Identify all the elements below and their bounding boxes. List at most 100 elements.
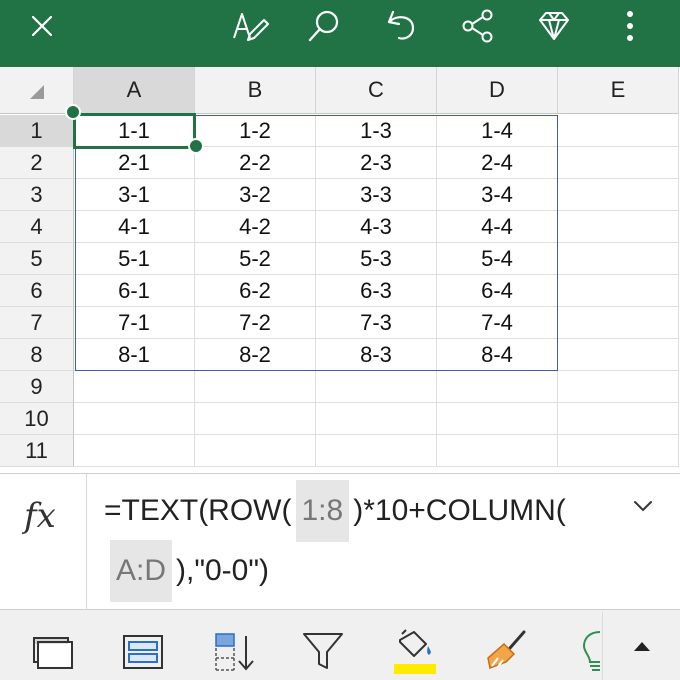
cell-b10[interactable] xyxy=(195,403,316,435)
more-vertical-icon[interactable] xyxy=(612,0,648,52)
selection-handle-bottom-right[interactable] xyxy=(188,138,204,154)
cell-a2[interactable]: 2-1 xyxy=(74,147,195,179)
formula-line-1[interactable]: =TEXT(ROW( 1:8 )*10+COLUMN( xyxy=(104,480,566,542)
share-icon[interactable] xyxy=(456,0,500,52)
cell-e3[interactable] xyxy=(558,179,679,211)
formula-bar: fx =TEXT(ROW( 1:8 )*10+COLUMN( A:D ),"0-… xyxy=(0,473,680,611)
clear-format-icon[interactable] xyxy=(484,628,530,679)
row-header-1[interactable]: 1 xyxy=(0,115,74,147)
cell-e11[interactable] xyxy=(558,435,679,467)
cell-a3[interactable]: 3-1 xyxy=(74,179,195,211)
cell-c5[interactable]: 5-3 xyxy=(316,243,437,275)
expand-up-icon[interactable] xyxy=(630,638,654,659)
cell-d3[interactable]: 3-4 xyxy=(437,179,558,211)
ideas-lightbulb-icon[interactable] xyxy=(578,628,602,679)
cell-d5[interactable]: 5-4 xyxy=(437,243,558,275)
cell-b9[interactable] xyxy=(195,371,316,403)
cell-e8[interactable] xyxy=(558,339,679,371)
cell-a9[interactable] xyxy=(74,371,195,403)
row-header-11[interactable]: 11 xyxy=(0,435,74,467)
expand-formula-chevron-down-icon[interactable] xyxy=(630,496,656,521)
fill-color-icon[interactable] xyxy=(392,626,438,680)
row-header-2[interactable]: 2 xyxy=(0,147,74,179)
row-header-6[interactable]: 6 xyxy=(0,275,74,307)
formula-text: )*10+COLUMN( xyxy=(353,494,566,527)
cell-d1[interactable]: 1-4 xyxy=(437,115,558,147)
cell-d4[interactable]: 4-4 xyxy=(437,211,558,243)
fx-label[interactable]: fx xyxy=(24,496,56,536)
cell-c1[interactable]: 1-3 xyxy=(316,115,437,147)
cell-d9[interactable] xyxy=(437,371,558,403)
cell-c10[interactable] xyxy=(316,403,437,435)
column-header-b[interactable]: B xyxy=(195,67,316,114)
cell-a1[interactable]: 1-1 xyxy=(74,115,195,147)
column-header-d[interactable]: D xyxy=(437,67,558,114)
cell-e1[interactable] xyxy=(558,115,679,147)
cell-c3[interactable]: 3-3 xyxy=(316,179,437,211)
cell-c6[interactable]: 6-3 xyxy=(316,275,437,307)
spreadsheet-grid[interactable]: ABCDE 1 2 3 4 5 6 7 8 9 10 11 1-1 1-2 1-3 1-4 2-1 2-2 2-… xyxy=(0,67,680,473)
undo-icon[interactable] xyxy=(380,0,424,52)
cell-c7[interactable]: 7-3 xyxy=(316,307,437,339)
cell-a11[interactable] xyxy=(74,435,195,467)
row-header-9[interactable]: 9 xyxy=(0,371,74,403)
cell-d2[interactable]: 2-4 xyxy=(437,147,558,179)
cell-d8[interactable]: 8-4 xyxy=(437,339,558,371)
cell-c2[interactable]: 2-3 xyxy=(316,147,437,179)
cell-c4[interactable]: 4-3 xyxy=(316,211,437,243)
cell-a4[interactable]: 4-1 xyxy=(74,211,195,243)
formula-text: =TEXT(ROW( xyxy=(104,494,292,527)
row-header-8[interactable]: 8 xyxy=(0,339,74,371)
premium-diamond-icon[interactable] xyxy=(532,0,576,52)
cell-b11[interactable] xyxy=(195,435,316,467)
row-header-7[interactable]: 7 xyxy=(0,307,74,339)
formula-line-2[interactable]: A:D ),"0-0") xyxy=(110,540,269,602)
close-icon[interactable] xyxy=(22,0,62,52)
cell-e4[interactable] xyxy=(558,211,679,243)
formula-ref-rows[interactable]: 1:8 xyxy=(295,480,350,542)
column-header-e[interactable]: E xyxy=(558,67,679,114)
bottom-toolbar-divider xyxy=(602,612,603,680)
row-header-3[interactable]: 3 xyxy=(0,179,74,211)
format-cells-icon[interactable] xyxy=(122,630,164,675)
column-header-a[interactable]: A xyxy=(74,67,195,114)
cell-a6[interactable]: 6-1 xyxy=(74,275,195,307)
search-icon[interactable] xyxy=(302,0,346,52)
cell-b1[interactable]: 1-2 xyxy=(195,115,316,147)
column-header-c[interactable]: C xyxy=(316,67,437,114)
cell-d7[interactable]: 7-4 xyxy=(437,307,558,339)
cell-e9[interactable] xyxy=(558,371,679,403)
cell-c11[interactable] xyxy=(316,435,437,467)
cell-b5[interactable]: 5-2 xyxy=(195,243,316,275)
cell-c8[interactable]: 8-3 xyxy=(316,339,437,371)
edit-pen-icon[interactable] xyxy=(228,0,272,52)
formula-ref-columns[interactable]: A:D xyxy=(110,540,173,602)
cell-e10[interactable] xyxy=(558,403,679,435)
cell-d10[interactable] xyxy=(437,403,558,435)
cell-e5[interactable] xyxy=(558,243,679,275)
filter-icon[interactable] xyxy=(302,630,344,677)
cell-d11[interactable] xyxy=(437,435,558,467)
cell-d6[interactable]: 6-4 xyxy=(437,275,558,307)
cell-e2[interactable] xyxy=(558,147,679,179)
cell-a10[interactable] xyxy=(74,403,195,435)
freeze-panes-icon[interactable] xyxy=(32,630,74,675)
row-header-5[interactable]: 5 xyxy=(0,243,74,275)
row-header-10[interactable]: 10 xyxy=(0,403,74,435)
cell-e6[interactable] xyxy=(558,275,679,307)
selection-handle-top-left[interactable] xyxy=(65,104,81,120)
cell-b6[interactable]: 6-2 xyxy=(195,275,316,307)
cell-b2[interactable]: 2-2 xyxy=(195,147,316,179)
cell-e7[interactable] xyxy=(558,307,679,339)
row-header-4[interactable]: 4 xyxy=(0,211,74,243)
cell-c9[interactable] xyxy=(316,371,437,403)
cell-a8[interactable]: 8-1 xyxy=(74,339,195,371)
sort-icon[interactable] xyxy=(212,630,256,679)
cell-b7[interactable]: 7-2 xyxy=(195,307,316,339)
cell-b8[interactable]: 8-2 xyxy=(195,339,316,371)
cell-a7[interactable]: 7-1 xyxy=(74,307,195,339)
select-all-corner[interactable] xyxy=(0,67,74,114)
cell-a5[interactable]: 5-1 xyxy=(74,243,195,275)
cell-b3[interactable]: 3-2 xyxy=(195,179,316,211)
cell-b4[interactable]: 4-2 xyxy=(195,211,316,243)
